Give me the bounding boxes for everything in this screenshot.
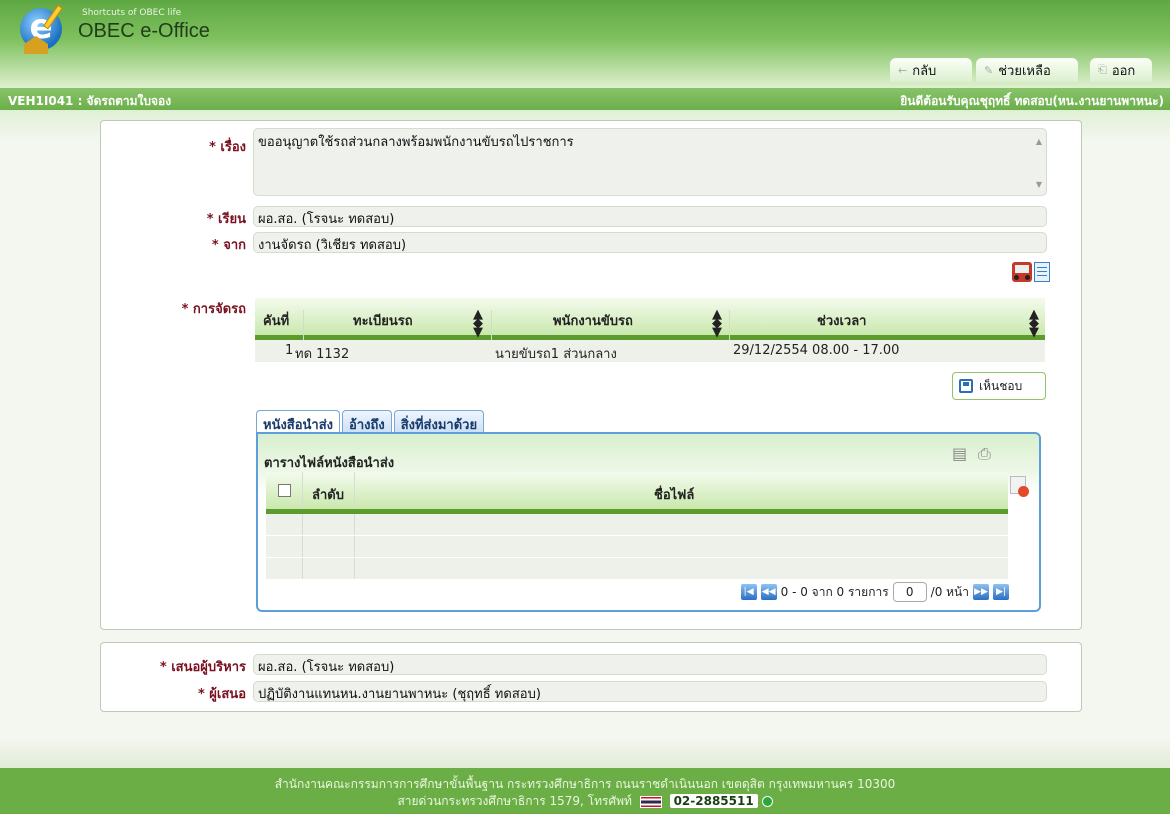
- back-arrow-icon: ←: [898, 63, 908, 77]
- col-driver[interactable]: พนักงานขับรถ: [553, 310, 633, 331]
- list-icon[interactable]: [1034, 262, 1050, 282]
- app-name: OBEC e-Office: [78, 20, 210, 42]
- tab-cover-letter[interactable]: หนังสือนำส่ง: [256, 410, 341, 434]
- save-icon: [959, 379, 973, 393]
- title-bar: VEH1I041 : จัดรถตามใบจอง ยินดีต้อนรับคุณ…: [0, 88, 1170, 110]
- tab-bar: หนังสือนำส่ง อ้างถึง สิ่งที่ส่งมาด้วย: [256, 410, 485, 434]
- prev-page-icon[interactable]: ◀◀: [760, 584, 777, 600]
- vehicle-grid: คันที่ ทะเบียนรถ ▲ ◆ ▼ พนักงานขับรถ ▲ ◆ ▼ ช่…: [255, 298, 1045, 362]
- subject-value: ขออนุญาตใช้รถส่วนกลางพร้อมพนักงานขับรถไป…: [258, 135, 574, 150]
- delete-icon[interactable]: [1010, 476, 1029, 497]
- file-table-header: ลำดับ ชื่อไฟล์: [266, 472, 1008, 514]
- col-period[interactable]: ช่วงเวลา: [817, 310, 866, 331]
- attach-icon[interactable]: ⎙: [978, 444, 991, 464]
- scroll-down-icon[interactable]: ▼: [1036, 180, 1042, 189]
- pager: |◀ ◀◀ 0 - 0 จาก 0 รายการ 0 /0 หน้า ▶▶ ▶|: [740, 582, 1009, 602]
- from-field[interactable]: งานจัดรถ (วิเชียร ทดสอบ): [253, 232, 1047, 253]
- tab-attachments[interactable]: สิ่งที่ส่งมาด้วย: [393, 410, 485, 433]
- col-filename[interactable]: ชื่อไฟล์: [654, 484, 694, 505]
- select-all-checkbox[interactable]: [278, 484, 291, 497]
- obec-logo: e: [20, 4, 66, 54]
- subject-label: * เรื่อง: [209, 140, 246, 155]
- file-row-empty: [266, 514, 1008, 536]
- pencil-icon: ✎: [984, 63, 994, 77]
- footer-contact: สายด่วนกระทรวงศึกษาธิการ 1579, โทรศัพท์ …: [0, 792, 1170, 811]
- col-plate[interactable]: ทะเบียนรถ: [353, 310, 413, 331]
- table-row[interactable]: 1 ทด 1132 นายขับรถ1 ส่วนกลาง 29/12/2554 …: [255, 340, 1045, 362]
- logout-label: ออก: [1111, 63, 1136, 79]
- tagline: Shortcuts of OBEC life: [82, 8, 182, 18]
- logout-icon: ⎗: [1098, 63, 1107, 76]
- exec-field[interactable]: ผอ.สอ. (โรจนะ ทดสอบ): [253, 654, 1047, 675]
- last-page-icon[interactable]: ▶|: [993, 584, 1009, 600]
- logout-button[interactable]: ⎗ ออก: [1090, 58, 1152, 82]
- file-row-empty: [266, 558, 1008, 580]
- cell-plate: ทด 1132: [295, 347, 350, 362]
- help-button[interactable]: ✎ ช่วยเหลือ: [976, 58, 1078, 82]
- approve-label: เห็นชอบ: [979, 378, 1023, 393]
- cell-period: 29/12/2554 08.00 - 17.00: [733, 343, 900, 358]
- file-table-title: ตารางไฟล์หนังสือนำส่ง: [264, 456, 395, 471]
- cell-no: 1: [285, 343, 294, 358]
- back-label: กลับ: [912, 63, 937, 79]
- proposer-field[interactable]: ปฏิบัติงานแทนหน.งานยานพาหนะ (ชุฤทธิ์ ทดส…: [253, 681, 1047, 702]
- tab-reference[interactable]: อ้างถึง: [342, 410, 392, 433]
- next-page-icon[interactable]: ▶▶: [973, 584, 989, 600]
- sort-driver-icon[interactable]: ▲ ◆ ▼: [712, 308, 722, 339]
- col-order[interactable]: ลำดับ: [312, 484, 344, 505]
- file-table: ลำดับ ชื่อไฟล์: [266, 472, 1008, 580]
- subject-textarea[interactable]: ขออนุญาตใช้รถส่วนกลางพร้อมพนักงานขับรถไป…: [253, 128, 1047, 196]
- from-label: * จาก: [211, 238, 246, 253]
- pager-suffix: /0 หน้า: [930, 584, 969, 599]
- scan-icon[interactable]: ▤: [952, 444, 967, 463]
- help-label: ช่วยเหลือ: [998, 63, 1051, 79]
- vehicle-icon[interactable]: [1012, 262, 1032, 282]
- assign-label: * การจัดรถ: [181, 302, 246, 317]
- pager-summary: 0 - 0 จาก 0 รายการ: [780, 584, 889, 599]
- first-page-icon[interactable]: |◀: [740, 584, 757, 600]
- app-header: e Shortcuts of OBEC life OBEC e-Office ←…: [0, 0, 1170, 88]
- footer-hotline: สายด่วนกระทรวงศึกษาธิการ 1579, โทรศัพท์: [397, 794, 632, 808]
- scroll-up-icon[interactable]: ▲: [1036, 137, 1042, 146]
- col-no[interactable]: คันที่: [263, 310, 289, 331]
- page-input[interactable]: 0: [892, 582, 927, 602]
- to-field[interactable]: ผอ.สอ. (โรจนะ ทดสอบ): [253, 206, 1047, 227]
- vehicle-grid-header: คันที่ ทะเบียนรถ ▲ ◆ ▼ พนักงานขับรถ ▲ ◆ ▼ ช่…: [255, 298, 1045, 347]
- back-button[interactable]: ← กลับ: [890, 58, 972, 82]
- phone-icon: [761, 796, 773, 807]
- footer: สำนักงานคณะกรรมการการศึกษาขั้นพื้นฐาน กร…: [0, 768, 1170, 814]
- file-row-empty: [266, 536, 1008, 558]
- approve-button[interactable]: เห็นชอบ: [952, 372, 1046, 400]
- welcome-text: ยินดีต้อนรับคุณชุฤทธิ์ ทดสอบ(หน.งานยานพา…: [900, 94, 1164, 108]
- proposer-label: * ผู้เสนอ: [197, 687, 246, 702]
- thai-flag-icon: [639, 795, 662, 808]
- sort-period-icon[interactable]: ▲ ◆ ▼: [1029, 308, 1039, 339]
- tab-panel: ตารางไฟล์หนังสือนำส่ง ▤ ⎙ ลำดับ ชื่อไฟล์…: [256, 432, 1041, 612]
- bottom-band: [0, 738, 1170, 768]
- phone-number[interactable]: 02-2885511: [669, 794, 758, 808]
- to-label: * เรียน: [206, 212, 246, 227]
- sort-plate-icon[interactable]: ▲ ◆ ▼: [473, 308, 483, 339]
- cell-driver: นายขับรถ1 ส่วนกลาง: [495, 347, 617, 362]
- page-title: VEH1I041 : จัดรถตามใบจอง: [8, 94, 172, 108]
- exec-label: * เสนอผู้บริหาร: [159, 660, 246, 675]
